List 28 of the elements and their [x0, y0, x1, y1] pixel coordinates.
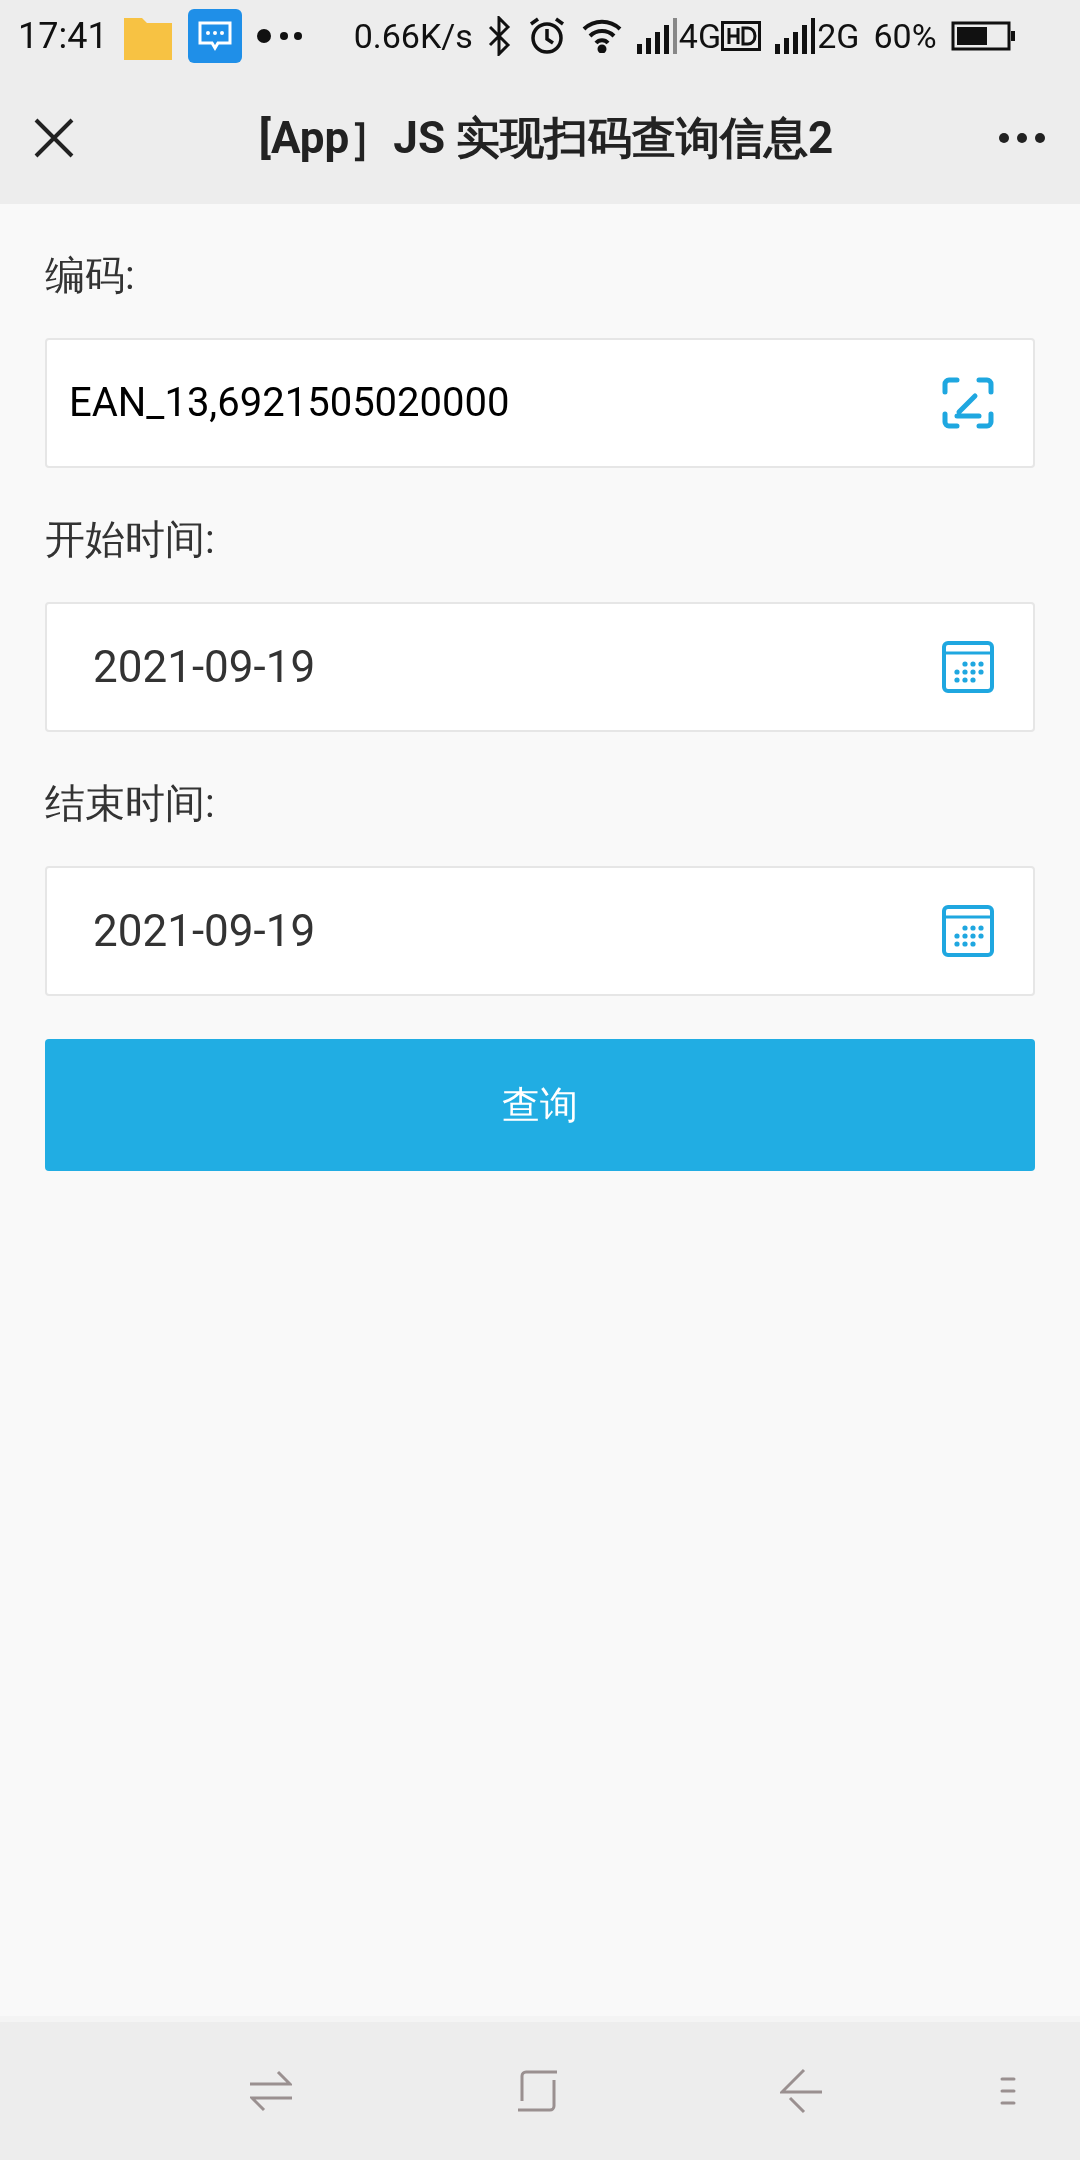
code-field[interactable]: EAN_13,6921505020000: [45, 338, 1035, 468]
switch-arrows-icon[interactable]: [250, 2068, 292, 2114]
wifi-icon: [580, 19, 623, 53]
field-label: 编码:: [45, 251, 136, 301]
scan-edit-icon[interactable]: [941, 376, 995, 430]
bluetooth-icon: [486, 16, 513, 56]
status-time: 17:41: [18, 14, 108, 59]
field-label: 开始时间:: [45, 515, 216, 565]
back-arrow-icon[interactable]: [780, 2068, 824, 2114]
menu-icon[interactable]: [1000, 2077, 1016, 2105]
message-icon: [187, 9, 242, 63]
calendar-icon[interactable]: [941, 640, 995, 694]
close-icon[interactable]: [34, 118, 74, 158]
network-type: 2G: [817, 14, 860, 58]
network-speed: 0.66K/s: [353, 14, 473, 58]
signal-icon: [775, 18, 818, 54]
more-notifications-icon: [255, 28, 304, 44]
more-icon[interactable]: [998, 132, 1046, 144]
calendar-icon[interactable]: [941, 904, 995, 958]
hd-icon: [721, 21, 762, 51]
signal-icon: [636, 18, 679, 54]
network-type: 4G: [678, 14, 722, 58]
date-field[interactable]: 2021-09-19: [45, 602, 1035, 732]
field-label: 结束时间:: [45, 779, 216, 829]
date-field[interactable]: 2021-09-19: [45, 866, 1035, 996]
battery-percent: 60%: [873, 14, 937, 58]
battery-icon: [950, 21, 1017, 51]
page-title: [App］JS 实现扫码查询信息2: [258, 111, 834, 166]
